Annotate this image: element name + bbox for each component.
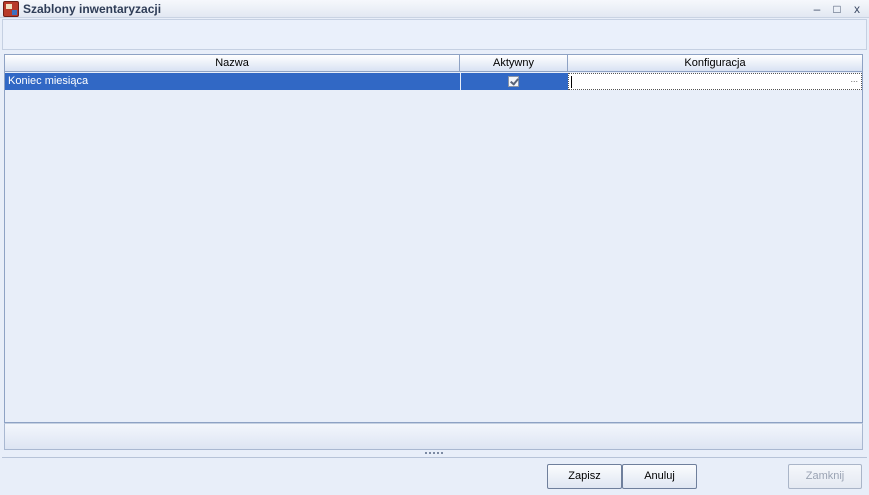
- save-button[interactable]: Zapisz: [547, 464, 622, 489]
- toolbar-panel: [2, 19, 867, 50]
- splitter-grip-icon[interactable]: [425, 452, 443, 455]
- cell-config-editor[interactable]: ...: [568, 73, 862, 90]
- divider: [2, 457, 867, 458]
- close-button[interactable]: Zamknij: [788, 464, 862, 489]
- grid-footer-panel: [4, 423, 863, 450]
- config-ellipsis-button[interactable]: ...: [850, 71, 858, 88]
- app-icon[interactable]: [3, 1, 19, 17]
- cancel-button[interactable]: Anuluj: [622, 464, 697, 489]
- templates-grid[interactable]: Nazwa Aktywny Konfiguracja Koniec miesią…: [4, 54, 863, 423]
- column-header-config[interactable]: Konfiguracja: [568, 55, 862, 72]
- grid-header: Nazwa Aktywny Konfiguracja: [5, 55, 862, 72]
- column-header-name[interactable]: Nazwa: [5, 55, 460, 72]
- maximize-button[interactable]: □: [829, 1, 845, 17]
- close-window-button[interactable]: x: [849, 1, 865, 17]
- window-title: Szablony inwentaryzacji: [23, 2, 162, 16]
- checkbox-checked-icon[interactable]: [508, 76, 519, 87]
- window-titlebar[interactable]: Szablony inwentaryzacji – □ x: [0, 0, 869, 18]
- column-header-active[interactable]: Aktywny: [460, 55, 568, 72]
- cell-active[interactable]: [460, 73, 568, 90]
- minimize-button[interactable]: –: [809, 1, 825, 17]
- text-caret: [571, 76, 572, 88]
- cell-name[interactable]: Koniec miesiąca: [5, 73, 460, 90]
- table-row[interactable]: Koniec miesiąca ...: [5, 73, 862, 90]
